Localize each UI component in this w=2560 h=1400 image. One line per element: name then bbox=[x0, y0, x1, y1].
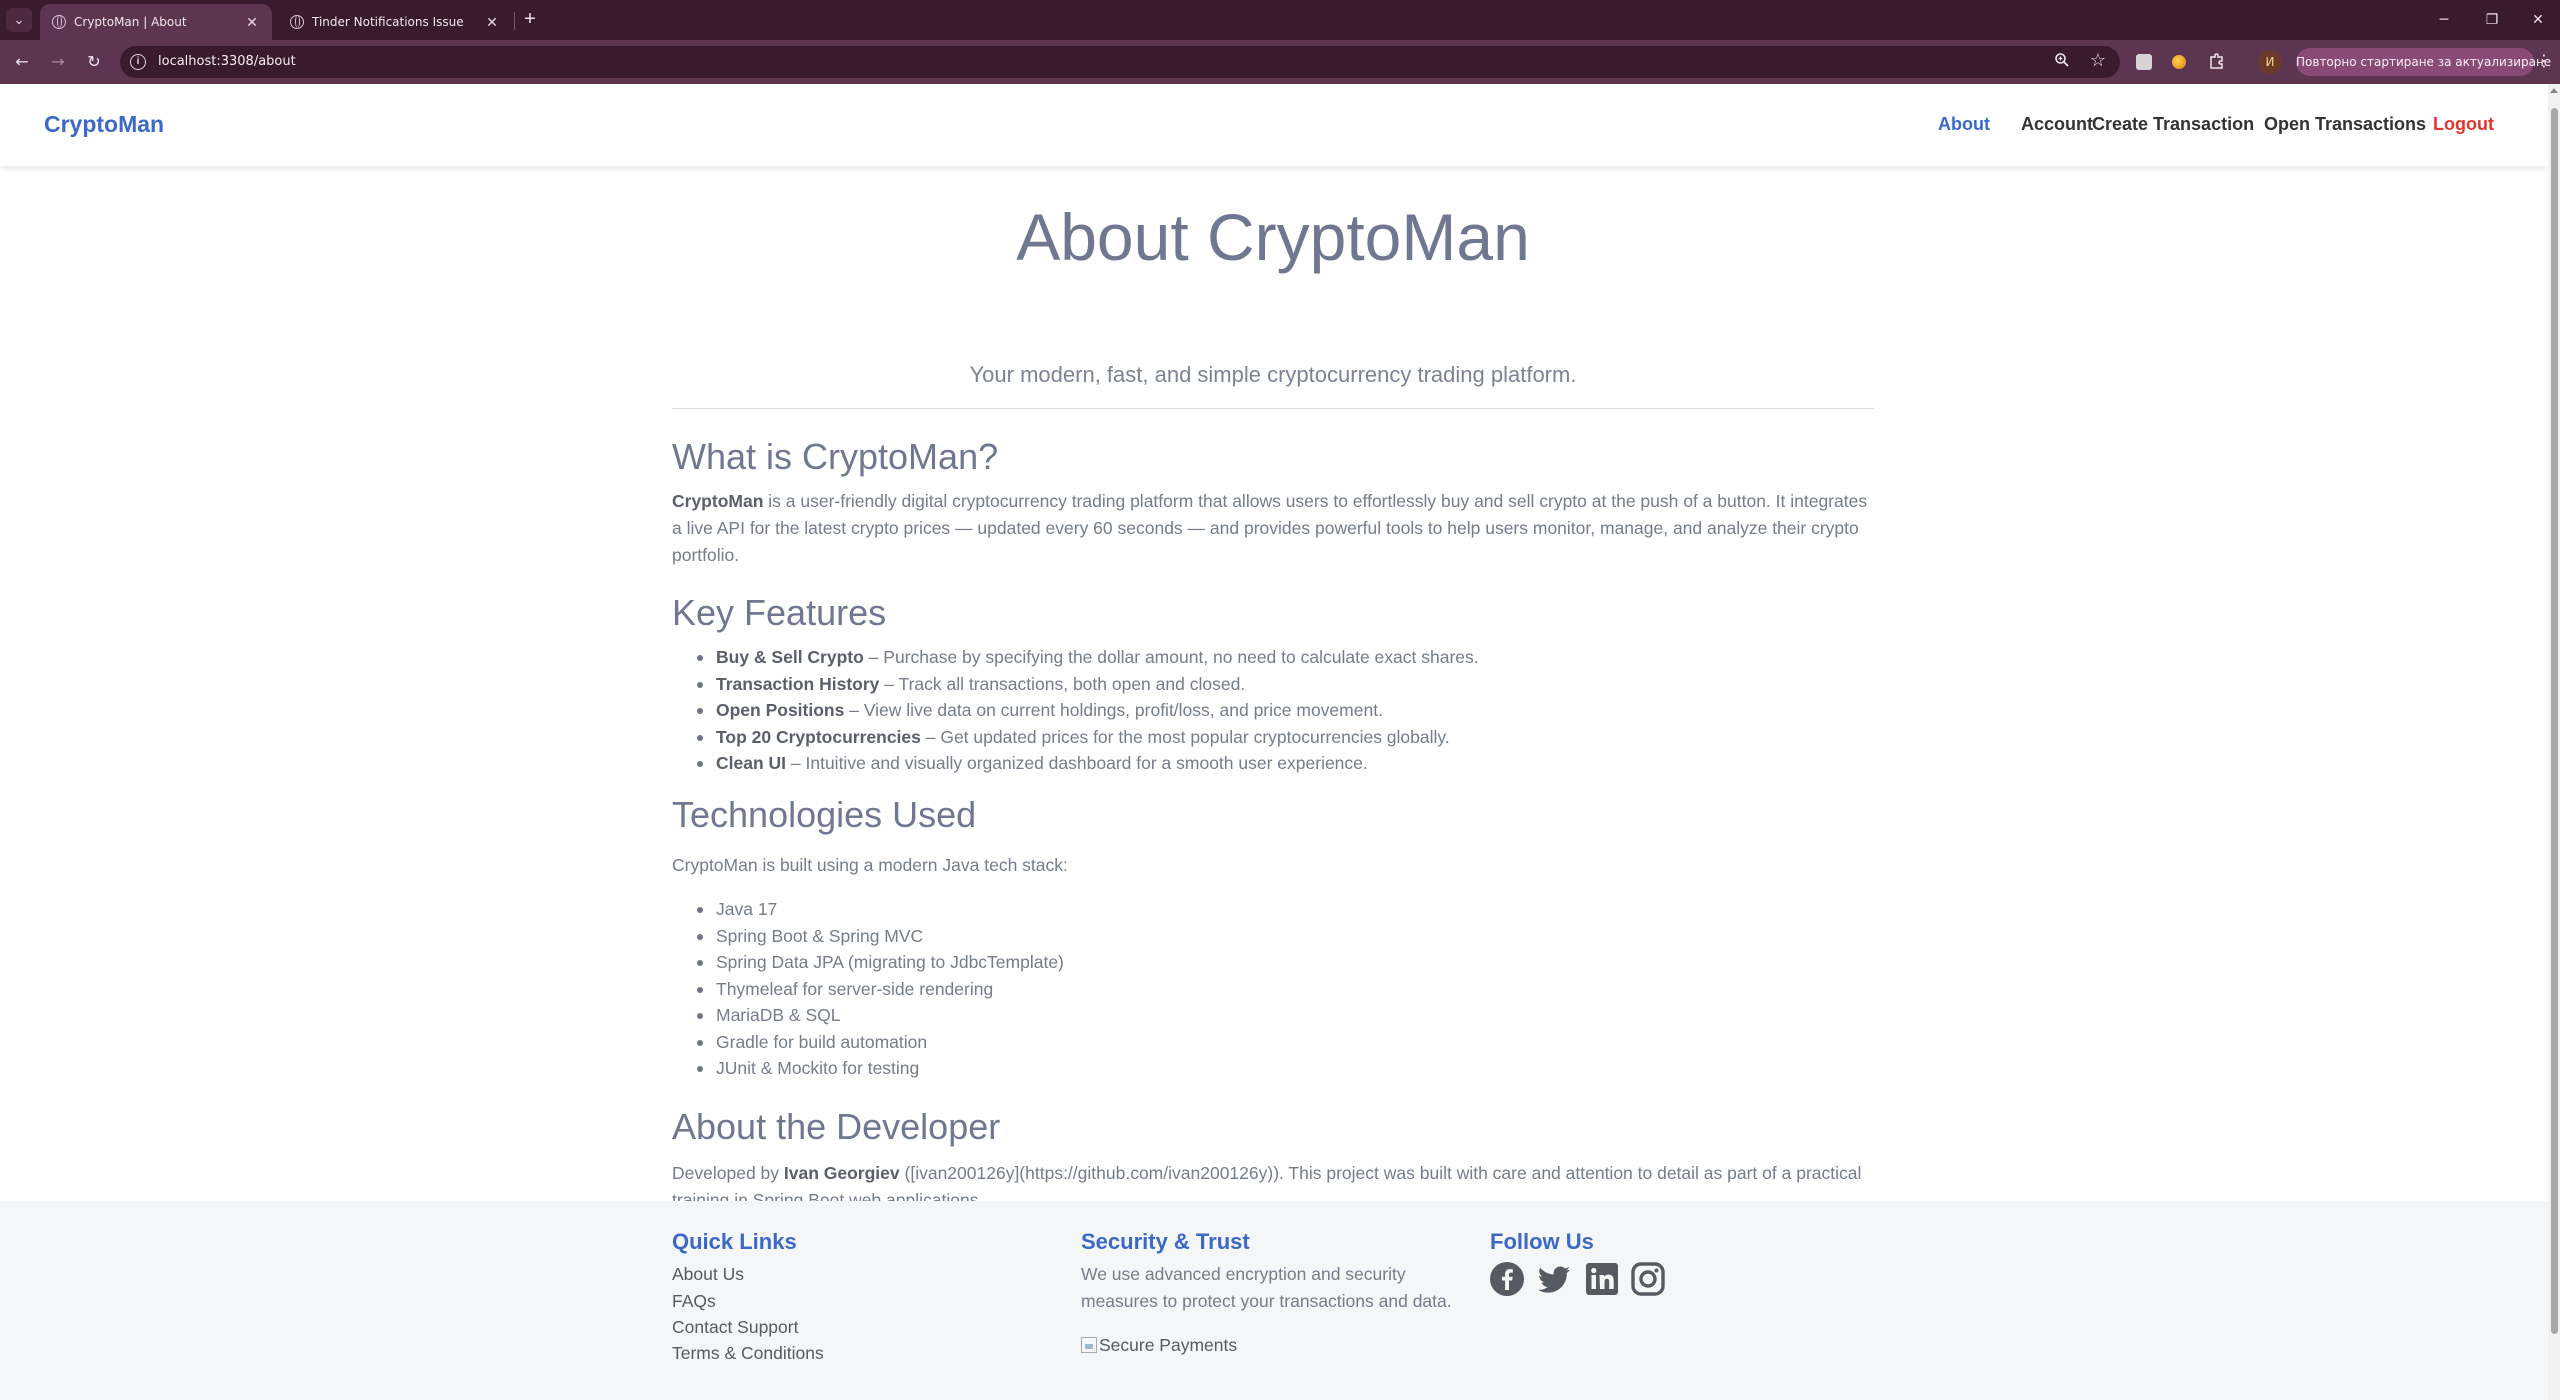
close-tab-icon[interactable]: ✕ bbox=[482, 12, 502, 32]
list-item: Transaction History – Track all transact… bbox=[697, 671, 1479, 698]
list-item: MariaDB & SQL bbox=[697, 1002, 1064, 1029]
list-item: Buy & Sell Crypto – Purchase by specifyi… bbox=[697, 644, 1479, 671]
zoom-icon[interactable] bbox=[2054, 52, 2070, 72]
footer-link-faqs[interactable]: FAQs bbox=[672, 1291, 716, 1312]
tech-intro: CryptoMan is built using a modern Java t… bbox=[672, 855, 1068, 875]
feature-name: Top 20 Cryptocurrencies bbox=[716, 726, 921, 747]
restore-button[interactable]: ❐ bbox=[2472, 6, 2512, 34]
page-subtitle: Your modern, fast, and simple cryptocurr… bbox=[969, 362, 1577, 387]
footer-link-contact-support[interactable]: Contact Support bbox=[672, 1317, 798, 1338]
extension-icon[interactable] bbox=[2136, 54, 2152, 70]
brand-name-bold: CryptoMan bbox=[672, 491, 764, 511]
tab-cryptoman-about[interactable]: CryptoMan | About ✕ bbox=[40, 4, 272, 40]
site-footer: Quick Links About Us FAQs Contact Suppor… bbox=[0, 1201, 2548, 1400]
browser-menu-icon[interactable]: ⋮ bbox=[2536, 50, 2552, 74]
feature-name: Buy & Sell Crypto bbox=[716, 647, 864, 667]
minimize-button[interactable]: ─ bbox=[2424, 6, 2464, 34]
section-heading-what: What is CryptoMan? bbox=[672, 436, 999, 477]
feature-name: Open Positions bbox=[716, 700, 845, 720]
address-bar[interactable]: i localhost:3308/about ☆ bbox=[120, 46, 2120, 78]
list-item: Spring Data JPA (migrating to JdbcTempla… bbox=[697, 949, 1064, 976]
footer-heading-security: Security & Trust bbox=[1081, 1229, 1250, 1254]
divider bbox=[672, 408, 1874, 409]
extensions-puzzle-icon[interactable] bbox=[2208, 52, 2228, 72]
globe-icon bbox=[52, 15, 66, 29]
tab-search-button[interactable]: ⌄ bbox=[6, 8, 32, 32]
broken-image-icon bbox=[1081, 1337, 1097, 1353]
back-arrow-icon[interactable]: ← bbox=[10, 50, 34, 74]
page-viewport: CryptoMan About Account Create Transacti… bbox=[0, 84, 2548, 1400]
linkedin-icon[interactable] bbox=[1584, 1261, 1620, 1297]
list-item: Gradle for build automation bbox=[697, 1029, 1064, 1056]
tab-tinder-notifications[interactable]: Tinder Notifications Issue ✕ bbox=[278, 4, 512, 40]
profile-avatar[interactable]: И bbox=[2258, 50, 2282, 74]
section-heading-features: Key Features bbox=[672, 592, 887, 633]
feature-desc: – Track all transactions, both open and … bbox=[879, 673, 1246, 694]
brand-logo[interactable]: CryptoMan bbox=[44, 111, 164, 138]
extension-icon[interactable] bbox=[2172, 55, 2186, 69]
feature-name: Clean UI bbox=[716, 753, 787, 773]
features-list: Buy & Sell Crypto – Purchase by specifyi… bbox=[697, 644, 1479, 777]
scroll-up-arrow-icon[interactable] bbox=[2550, 88, 2558, 93]
reload-icon[interactable]: ↻ bbox=[82, 50, 106, 74]
list-item: Spring Boot & Spring MVC bbox=[697, 923, 1064, 950]
close-window-button[interactable]: ✕ bbox=[2518, 6, 2558, 34]
developer-prefix: Developed by bbox=[672, 1163, 784, 1183]
bookmark-star-icon[interactable]: ☆ bbox=[2090, 50, 2106, 71]
page-scrollbar[interactable] bbox=[2548, 84, 2560, 1400]
secure-payments-image: Secure Payments bbox=[1081, 1335, 1237, 1356]
feature-desc: – Get updated prices for the most popula… bbox=[920, 726, 1450, 747]
feature-desc: – Purchase by specifying the dollar amou… bbox=[863, 647, 1479, 667]
tab-divider bbox=[514, 12, 515, 30]
globe-icon bbox=[290, 15, 304, 29]
address-url[interactable]: localhost:3308/about bbox=[158, 54, 296, 69]
security-text: We use advanced encryption and security … bbox=[1081, 1264, 1452, 1311]
what-text: is a user-friendly digital cryptocurrenc… bbox=[672, 491, 1868, 565]
facebook-icon[interactable] bbox=[1489, 1261, 1525, 1297]
section-heading-developer: About the Developer bbox=[672, 1106, 1001, 1147]
nav-link-account[interactable]: Account bbox=[2021, 114, 2093, 135]
feature-desc: – Intuitive and visually organized dashb… bbox=[786, 753, 1368, 773]
list-item: Top 20 Cryptocurrencies – Get updated pr… bbox=[697, 724, 1479, 751]
tech-list: Java 17 Spring Boot & Spring MVC Spring … bbox=[697, 896, 1064, 1082]
page-title: About CryptoMan bbox=[1016, 200, 1530, 274]
close-tab-icon[interactable]: ✕ bbox=[242, 12, 262, 32]
browser-toolbar: ← → ↻ i localhost:3308/about ☆ И Повторн… bbox=[0, 40, 2560, 84]
browser-tab-strip: ⌄ CryptoMan | About ✕ Tinder Notificatio… bbox=[0, 0, 2560, 40]
what-paragraph: CryptoMan is a user-friendly digital cry… bbox=[672, 488, 1874, 569]
nav-link-create-transaction[interactable]: Create Transaction bbox=[2092, 114, 2254, 135]
feature-desc: – View live data on current holdings, pr… bbox=[844, 700, 1383, 720]
footer-heading-follow: Follow Us bbox=[1490, 1229, 1594, 1254]
footer-link-terms[interactable]: Terms & Conditions bbox=[672, 1343, 824, 1364]
list-item: Thymeleaf for server-side rendering bbox=[697, 976, 1064, 1003]
nav-link-open-transactions[interactable]: Open Transactions bbox=[2264, 114, 2426, 135]
list-item: Open Positions – View live data on curre… bbox=[697, 697, 1479, 724]
list-item: Java 17 bbox=[697, 896, 1064, 923]
list-item: Clean UI – Intuitive and visually organi… bbox=[697, 750, 1479, 777]
list-item: JUnit & Mockito for testing bbox=[697, 1055, 1064, 1082]
new-tab-button[interactable]: + bbox=[518, 8, 542, 32]
nav-link-logout[interactable]: Logout bbox=[2433, 114, 2494, 135]
developer-name: Ivan Georgiev bbox=[783, 1163, 900, 1183]
footer-link-about-us[interactable]: About Us bbox=[672, 1264, 744, 1285]
scrollbar-thumb[interactable] bbox=[2551, 108, 2558, 1334]
site-info-icon[interactable]: i bbox=[130, 54, 146, 70]
tab-title: CryptoMan | About bbox=[74, 15, 187, 29]
site-navbar: CryptoMan About Account Create Transacti… bbox=[0, 84, 2548, 166]
tab-title: Tinder Notifications Issue bbox=[312, 15, 464, 29]
section-heading-tech: Technologies Used bbox=[672, 794, 977, 835]
nav-link-about[interactable]: About bbox=[1938, 114, 1990, 135]
restart-to-update-button[interactable]: Повторно стартиране за актуализиране bbox=[2296, 48, 2551, 76]
feature-name: Transaction History bbox=[716, 673, 880, 694]
forward-arrow-icon[interactable]: → bbox=[46, 50, 70, 74]
footer-heading-quick-links: Quick Links bbox=[672, 1229, 797, 1254]
instagram-icon[interactable] bbox=[1630, 1261, 1666, 1297]
twitter-icon[interactable] bbox=[1536, 1261, 1572, 1297]
image-alt-text: Secure Payments bbox=[1099, 1335, 1238, 1355]
